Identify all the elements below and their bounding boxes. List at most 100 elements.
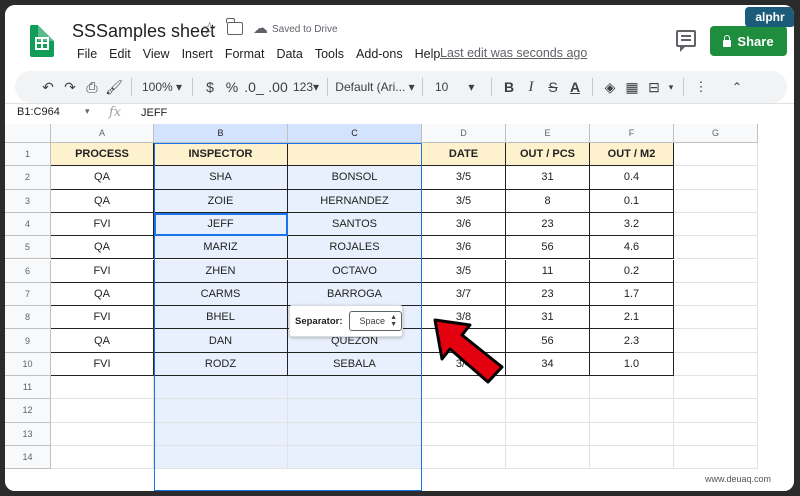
cell-e6[interactable]: 11 (506, 259, 590, 283)
comments-icon[interactable] (676, 30, 696, 52)
borders-icon[interactable]: ▦ (621, 75, 643, 99)
cell-c2[interactable]: BONSOL (288, 166, 422, 190)
row-header-11[interactable]: 11 (5, 376, 51, 400)
cell-g2[interactable] (674, 166, 758, 190)
row-header-6[interactable]: 6 (5, 259, 51, 283)
cell-d5[interactable]: 3/6 (422, 236, 506, 260)
cell-f11[interactable] (590, 376, 674, 400)
cell-f14[interactable] (590, 445, 674, 470)
cell-e11[interactable] (506, 376, 590, 400)
fill-color-icon[interactable]: ◈ (599, 75, 621, 99)
row-header-2[interactable]: 2 (5, 166, 51, 190)
cell-g10[interactable] (674, 352, 758, 376)
cell-a11[interactable] (51, 376, 154, 400)
undo-icon[interactable]: ↶ (37, 75, 59, 99)
print-icon[interactable]: ⎙ (81, 75, 103, 99)
cell-a2[interactable]: QA (51, 166, 154, 190)
cell-b1[interactable]: INSPECTOR (154, 143, 288, 167)
name-box-dropdown-icon[interactable]: ▾ (85, 106, 90, 117)
move-folder-icon[interactable] (226, 18, 243, 35)
cell-d3[interactable]: 3/5 (422, 189, 506, 213)
cell-b5[interactable]: MARIZ (154, 236, 288, 260)
cell-a5[interactable]: QA (51, 236, 154, 260)
increase-decimal-button[interactable]: .00 (265, 75, 291, 99)
cell-g5[interactable] (674, 236, 758, 260)
cell-a4[interactable]: FVI (51, 212, 154, 237)
text-color-button[interactable]: A (564, 75, 586, 99)
cell-g7[interactable] (674, 282, 758, 307)
cell-f6[interactable]: 0.2 (590, 259, 674, 283)
menu-tools[interactable]: Tools (309, 45, 350, 63)
cell-f9[interactable]: 2.3 (590, 329, 674, 353)
cell-e13[interactable] (506, 422, 590, 446)
italic-button[interactable]: I (520, 75, 542, 99)
cell-g3[interactable] (674, 189, 758, 213)
menu-addons[interactable]: Add-ons (350, 45, 409, 63)
percent-format-button[interactable]: % (221, 75, 243, 99)
sheets-logo-icon[interactable] (30, 25, 54, 57)
row-header-4[interactable]: 4 (5, 212, 51, 237)
cell-f3[interactable]: 0.1 (590, 189, 674, 213)
cell-b11[interactable] (154, 376, 288, 400)
menu-file[interactable]: File (71, 45, 103, 63)
cell-b12[interactable] (154, 399, 288, 423)
cell-g8[interactable] (674, 306, 758, 330)
last-edit-link[interactable]: Last edit was seconds ago (440, 46, 587, 60)
cell-d14[interactable] (422, 445, 506, 470)
row-header-3[interactable]: 3 (5, 189, 51, 213)
column-header-e[interactable]: E (506, 124, 590, 143)
cell-b7[interactable]: CARMS (154, 282, 288, 307)
row-header-10[interactable]: 10 (5, 352, 51, 376)
menu-insert[interactable]: Insert (176, 45, 219, 63)
cell-a7[interactable]: QA (51, 282, 154, 307)
cell-b9[interactable]: DAN (154, 329, 288, 353)
cell-d12[interactable] (422, 399, 506, 423)
row-header-7[interactable]: 7 (5, 282, 51, 307)
column-header-a[interactable]: A (51, 124, 154, 143)
cell-g12[interactable] (674, 399, 758, 423)
cell-a3[interactable]: QA (51, 189, 154, 213)
zoom-select[interactable]: 100% ▾ (138, 75, 186, 99)
cell-e1[interactable]: OUT / PCS (506, 143, 590, 167)
merge-dropdown-icon[interactable]: ▾ (665, 75, 677, 99)
merge-cells-icon[interactable]: ⊟ (643, 75, 665, 99)
cell-g9[interactable] (674, 329, 758, 353)
cell-f13[interactable] (590, 422, 674, 446)
cell-f12[interactable] (590, 399, 674, 423)
column-header-d[interactable]: D (422, 124, 506, 143)
cell-c3[interactable]: HERNANDEZ (288, 189, 422, 213)
row-header-5[interactable]: 5 (5, 236, 51, 260)
bold-button[interactable]: B (498, 75, 520, 99)
cell-c4[interactable]: SANTOS (288, 212, 422, 237)
menu-format[interactable]: Format (219, 45, 271, 63)
menu-view[interactable]: View (137, 45, 176, 63)
cell-e14[interactable] (506, 445, 590, 470)
row-header-12[interactable]: 12 (5, 399, 51, 423)
select-all-corner[interactable] (5, 124, 51, 143)
cell-c12[interactable] (288, 399, 422, 423)
cell-a1[interactable]: PROCESS (51, 143, 154, 167)
cell-b8[interactable]: BHEL (154, 306, 288, 330)
cell-d1[interactable]: DATE (422, 143, 506, 167)
cell-b3[interactable]: ZOIE (154, 189, 288, 213)
currency-format-button[interactable]: $ (199, 75, 221, 99)
menu-data[interactable]: Data (270, 45, 308, 63)
cell-f4[interactable]: 3.2 (590, 212, 674, 237)
cell-f10[interactable]: 1.0 (590, 352, 674, 376)
cell-c11[interactable] (288, 376, 422, 400)
cell-d6[interactable]: 3/5 (422, 259, 506, 283)
cell-c7[interactable]: BARROGA (288, 282, 422, 307)
cell-e4[interactable]: 23 (506, 212, 590, 237)
cell-a14[interactable] (51, 445, 154, 470)
cell-c10[interactable]: SEBALA (288, 352, 422, 376)
cell-e3[interactable]: 8 (506, 189, 590, 213)
column-header-f[interactable]: F (590, 124, 674, 143)
cell-d2[interactable]: 3/5 (422, 166, 506, 190)
formula-input[interactable]: JEFF (141, 107, 167, 119)
share-button[interactable]: Share (710, 26, 787, 56)
cell-a9[interactable]: QA (51, 329, 154, 353)
cell-d7[interactable]: 3/7 (422, 282, 506, 307)
cell-a6[interactable]: FVI (51, 259, 154, 283)
cell-c6[interactable]: OCTAVO (288, 259, 422, 283)
cell-a12[interactable] (51, 399, 154, 423)
